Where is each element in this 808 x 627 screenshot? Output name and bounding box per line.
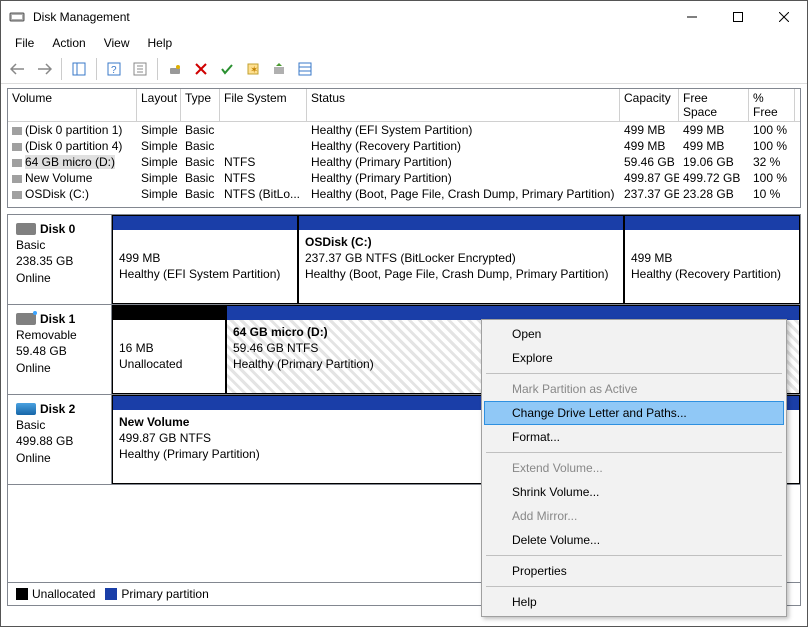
- settings-button[interactable]: [129, 58, 151, 80]
- titlebar: Disk Management: [1, 1, 807, 32]
- volume-icon: [12, 191, 22, 199]
- maximize-button[interactable]: [715, 1, 761, 32]
- ctx-extend: Extend Volume...: [484, 456, 784, 480]
- help-button[interactable]: ?: [103, 58, 125, 80]
- disk-icon: [16, 403, 36, 415]
- check-icon[interactable]: [216, 58, 238, 80]
- table-row[interactable]: 64 GB micro (D:) SimpleBasic NTFSHealthy…: [8, 154, 800, 170]
- disk-label[interactable]: Disk 1 Removable59.48 GBOnline: [8, 305, 112, 394]
- close-button[interactable]: [761, 1, 807, 32]
- window-title: Disk Management: [33, 10, 669, 24]
- svg-text:✶: ✶: [250, 65, 258, 76]
- partition-unallocated[interactable]: 16 MBUnallocated: [112, 305, 226, 394]
- ctx-mark-active: Mark Partition as Active: [484, 377, 784, 401]
- disk-icon: [16, 313, 36, 325]
- col-pctfree[interactable]: % Free: [749, 89, 795, 121]
- delete-icon[interactable]: [190, 58, 212, 80]
- disk-icon: [16, 223, 36, 235]
- col-layout[interactable]: Layout: [137, 89, 181, 121]
- partition[interactable]: OSDisk (C:)237.37 GB NTFS (BitLocker Enc…: [298, 215, 624, 304]
- svg-text:?: ?: [111, 65, 117, 76]
- ctx-shrink[interactable]: Shrink Volume...: [484, 480, 784, 504]
- show-hide-tree-button[interactable]: [68, 58, 90, 80]
- volume-icon: [12, 175, 22, 183]
- forward-button[interactable]: [33, 58, 55, 80]
- volume-icon: [12, 127, 22, 135]
- list-icon[interactable]: [294, 58, 316, 80]
- partition[interactable]: 499 MBHealthy (Recovery Partition): [624, 215, 800, 304]
- col-status[interactable]: Status: [307, 89, 620, 121]
- volume-list: Volume Layout Type File System Status Ca…: [7, 88, 801, 208]
- volume-icon: [12, 143, 22, 151]
- col-filesystem[interactable]: File System: [220, 89, 307, 121]
- disk-row: Disk 0 Basic238.35 GBOnline 499 MBHealth…: [8, 215, 800, 305]
- context-menu: Open Explore Mark Partition as Active Ch…: [481, 319, 787, 617]
- rescan-icon[interactable]: [268, 58, 290, 80]
- col-capacity[interactable]: Capacity: [620, 89, 679, 121]
- table-header: Volume Layout Type File System Status Ca…: [8, 89, 800, 122]
- volume-icon: [12, 159, 22, 167]
- ctx-properties[interactable]: Properties: [484, 559, 784, 583]
- refresh-button[interactable]: [164, 58, 186, 80]
- menu-help[interactable]: Help: [140, 34, 181, 52]
- disk-label[interactable]: Disk 2 Basic499.88 GBOnline: [8, 395, 112, 484]
- minimize-button[interactable]: [669, 1, 715, 32]
- toolbar: ? ✶: [1, 54, 807, 84]
- ctx-delete[interactable]: Delete Volume...: [484, 528, 784, 552]
- table-row[interactable]: New Volume SimpleBasic NTFSHealthy (Prim…: [8, 170, 800, 186]
- table-row[interactable]: (Disk 0 partition 4) SimpleBasic Healthy…: [8, 138, 800, 154]
- ctx-change-letter[interactable]: Change Drive Letter and Paths...: [484, 401, 784, 425]
- disk-label[interactable]: Disk 0 Basic238.35 GBOnline: [8, 215, 112, 304]
- ctx-help[interactable]: Help: [484, 590, 784, 614]
- ctx-explore[interactable]: Explore: [484, 346, 784, 370]
- menu-action[interactable]: Action: [44, 34, 93, 52]
- col-free[interactable]: Free Space: [679, 89, 749, 121]
- table-row[interactable]: (Disk 0 partition 1) SimpleBasic Healthy…: [8, 122, 800, 138]
- col-volume[interactable]: Volume: [8, 89, 137, 121]
- menu-file[interactable]: File: [7, 34, 42, 52]
- table-row[interactable]: OSDisk (C:) SimpleBasic NTFS (BitLo...He…: [8, 186, 800, 202]
- legend-swatch-unallocated: [16, 588, 28, 600]
- menubar: File Action View Help: [1, 32, 807, 54]
- col-type[interactable]: Type: [181, 89, 220, 121]
- new-icon[interactable]: ✶: [242, 58, 264, 80]
- ctx-format[interactable]: Format...: [484, 425, 784, 449]
- ctx-open[interactable]: Open: [484, 322, 784, 346]
- ctx-mirror: Add Mirror...: [484, 504, 784, 528]
- app-icon: [9, 9, 25, 25]
- legend-swatch-primary: [105, 588, 117, 600]
- menu-view[interactable]: View: [96, 34, 138, 52]
- partition[interactable]: 499 MBHealthy (EFI System Partition): [112, 215, 298, 304]
- back-button[interactable]: [7, 58, 29, 80]
